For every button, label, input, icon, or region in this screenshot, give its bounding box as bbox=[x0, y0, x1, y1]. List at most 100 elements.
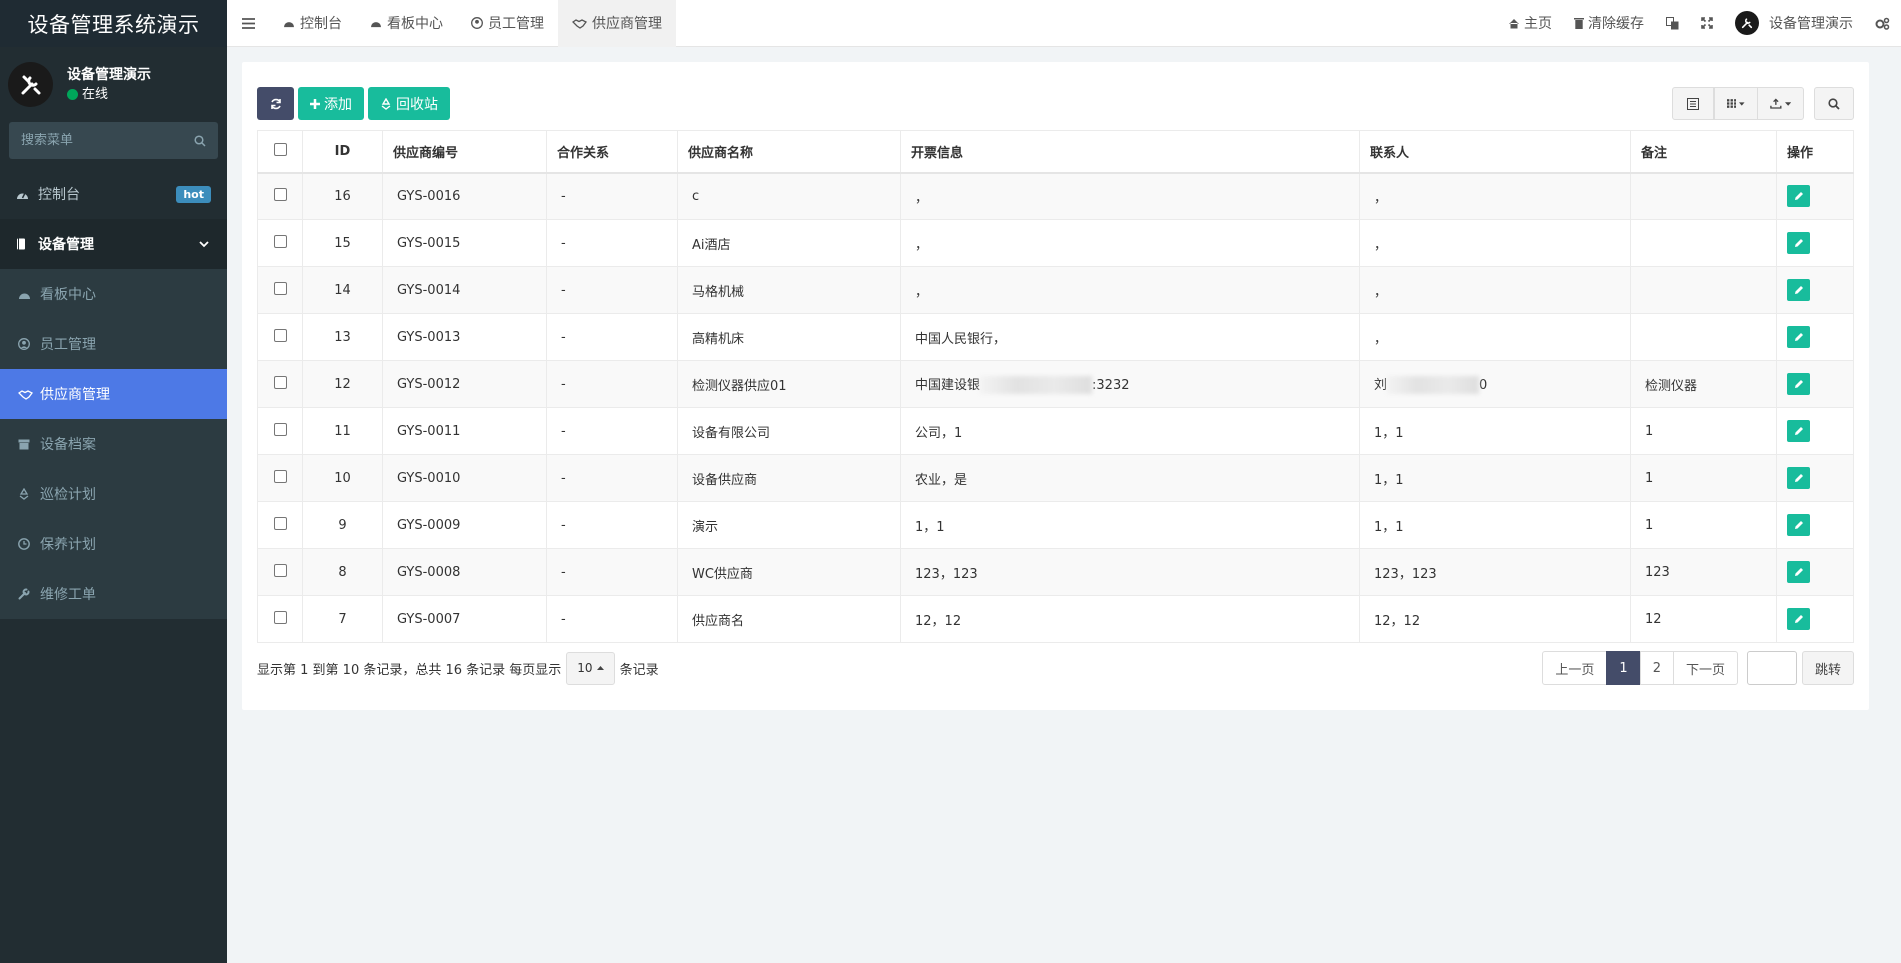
cell-id: 11 bbox=[302, 407, 383, 455]
sidebar-item-dashboard[interactable]: 控制台 hot bbox=[0, 169, 227, 219]
clear-cache-button[interactable]: 清除缓存 bbox=[1563, 0, 1655, 47]
row-checkbox[interactable] bbox=[273, 187, 287, 201]
col-header-contact[interactable]: 联系人 bbox=[1359, 130, 1631, 174]
jump-page-input[interactable] bbox=[1746, 651, 1797, 685]
row-checkbox[interactable] bbox=[273, 281, 287, 295]
row-checkbox[interactable] bbox=[273, 375, 287, 389]
tab-dashboard-center[interactable]: 看板中心 bbox=[356, 0, 457, 47]
translate-icon[interactable] bbox=[1655, 0, 1690, 47]
sidebar-item-inspection[interactable]: 巡检计划 bbox=[0, 469, 227, 519]
cell-relation: - bbox=[546, 501, 678, 549]
pencil-icon bbox=[1794, 379, 1804, 389]
cell-contact: 12，12 bbox=[1359, 595, 1631, 643]
edit-button[interactable] bbox=[1787, 608, 1810, 630]
row-checkbox[interactable] bbox=[273, 516, 287, 530]
user-status: 在线 bbox=[67, 85, 151, 105]
cell-name: Ai酒店 bbox=[677, 219, 901, 267]
table-row[interactable]: 10 GYS-0010- 设备供应商 农业，是 1，1 1 bbox=[257, 454, 1854, 502]
cell-id: 16 bbox=[302, 172, 383, 220]
edit-button[interactable] bbox=[1787, 279, 1810, 301]
table-row[interactable]: 13 GYS-0013- 高精机床 中国人民银行，， bbox=[257, 313, 1854, 361]
cell-invoice: 农业，是 bbox=[900, 454, 1360, 502]
edit-button[interactable] bbox=[1787, 561, 1810, 583]
row-checkbox[interactable] bbox=[273, 563, 287, 577]
table-search-button[interactable] bbox=[1814, 87, 1854, 120]
table-row[interactable]: 14 GYS-0014- 马格机械，， bbox=[257, 266, 1854, 314]
sidebar-item-dashboard-center[interactable]: 看板中心 bbox=[0, 269, 227, 319]
edit-button[interactable] bbox=[1787, 514, 1810, 536]
app-logo[interactable]: 设备管理系统演示 bbox=[0, 0, 227, 47]
table-row[interactable]: 16 GYS-0016- c，， bbox=[257, 172, 1854, 220]
cell-invoice: ， bbox=[900, 219, 1360, 267]
cell-invoice: 123，123 bbox=[900, 548, 1360, 596]
sidebar-item-maintenance[interactable]: 保养计划 bbox=[0, 519, 227, 569]
sidebar-item-staff[interactable]: 员工管理 bbox=[0, 319, 227, 369]
edit-button[interactable] bbox=[1787, 467, 1810, 489]
cell-code: GYS-0014 bbox=[382, 266, 547, 314]
cell-code: GYS-0010 bbox=[382, 454, 547, 502]
col-header-remark[interactable]: 备注 bbox=[1630, 130, 1777, 174]
table-row[interactable]: 8 GYS-0008- WC供应商 123，123 123，123 123 bbox=[257, 548, 1854, 596]
row-select-cell bbox=[257, 172, 303, 220]
edit-button[interactable] bbox=[1787, 373, 1810, 395]
jump-button[interactable]: 跳转 bbox=[1801, 651, 1854, 685]
cell-remark bbox=[1630, 266, 1777, 314]
tab-dashboard[interactable]: 控制台 bbox=[269, 0, 356, 47]
search-icon[interactable] bbox=[194, 134, 206, 147]
menu-toggle-icon[interactable] bbox=[227, 0, 269, 47]
content-panel: 添加 回收站 ID 供应商编号 合作关系 供应商名称 开票信息 联系人 备注 操… bbox=[242, 62, 1869, 710]
table-row[interactable]: 9 GYS-0009- 演示 1，1 1，1 1 bbox=[257, 501, 1854, 549]
settings-gears-icon[interactable] bbox=[1864, 0, 1901, 47]
edit-button[interactable] bbox=[1787, 185, 1810, 208]
sidebar-item-repair[interactable]: 维修工单 bbox=[0, 569, 227, 619]
tab-staff[interactable]: 员工管理 bbox=[457, 0, 558, 47]
pencil-icon bbox=[1794, 238, 1804, 248]
col-header-name[interactable]: 供应商名称 bbox=[677, 130, 901, 174]
refresh-button[interactable] bbox=[257, 87, 294, 120]
sidebar-item-supplier[interactable]: 供应商管理 bbox=[0, 369, 227, 419]
add-button[interactable]: 添加 bbox=[298, 87, 364, 120]
table-row[interactable]: 12 GYS-0012- 检测仪器供应01 中国建设银:3232 刘 0 检测仪器 bbox=[257, 360, 1854, 408]
table-row[interactable]: 15 GYS-0015- Ai酒店，， bbox=[257, 219, 1854, 267]
col-header-code[interactable]: 供应商编号 bbox=[382, 130, 547, 174]
home-link[interactable]: 主页 bbox=[1497, 0, 1563, 47]
fullscreen-icon[interactable] bbox=[1690, 0, 1724, 47]
cell-remark bbox=[1630, 219, 1777, 267]
next-page-button[interactable]: 下一页 bbox=[1672, 651, 1738, 685]
card-view-toggle[interactable] bbox=[1672, 87, 1714, 120]
tab-supplier[interactable]: 供应商管理 bbox=[558, 0, 676, 47]
table-row[interactable]: 7 GYS-0007- 供应商名 12，12 12，12 12 bbox=[257, 595, 1854, 643]
redacted-blur bbox=[1387, 376, 1480, 395]
page-2-button[interactable]: 2 bbox=[1639, 651, 1674, 685]
cell-actions bbox=[1776, 360, 1854, 408]
col-header-invoice[interactable]: 开票信息 bbox=[900, 130, 1360, 174]
cell-contact: ， bbox=[1359, 219, 1631, 267]
page-size-dropdown[interactable]: 10 bbox=[566, 651, 615, 685]
col-header-id[interactable]: ID bbox=[302, 130, 383, 174]
cell-invoice: 12，12 bbox=[900, 595, 1360, 643]
table-row[interactable]: 11 GYS-0011- 设备有限公司 公司，1 1，1 1 bbox=[257, 407, 1854, 455]
edit-button[interactable] bbox=[1787, 232, 1810, 254]
row-select-cell bbox=[257, 501, 303, 549]
sidebar-item-archive[interactable]: 设备档案 bbox=[0, 419, 227, 469]
row-checkbox[interactable] bbox=[273, 234, 287, 248]
row-checkbox[interactable] bbox=[273, 610, 287, 624]
columns-dropdown[interactable] bbox=[1714, 87, 1758, 120]
menu-search-input[interactable] bbox=[21, 133, 194, 148]
col-header-relation[interactable]: 合作关系 bbox=[546, 130, 678, 174]
dashboard-icon bbox=[16, 189, 32, 200]
edit-button[interactable] bbox=[1787, 326, 1810, 348]
page-1-button[interactable]: 1 bbox=[1606, 651, 1641, 685]
prev-page-button[interactable]: 上一页 bbox=[1542, 651, 1608, 685]
row-checkbox[interactable] bbox=[273, 328, 287, 342]
export-dropdown[interactable] bbox=[1758, 87, 1804, 120]
user-menu[interactable]: 设备管理演示 bbox=[1724, 0, 1864, 47]
row-select-cell bbox=[257, 266, 303, 314]
select-all-checkbox[interactable] bbox=[273, 142, 287, 156]
sidebar: 设备管理系统演示 设备管理演示 在线 控制台 hot 设备管理 看板中心 bbox=[0, 0, 227, 963]
row-checkbox[interactable] bbox=[273, 422, 287, 436]
edit-button[interactable] bbox=[1787, 420, 1810, 442]
row-checkbox[interactable] bbox=[273, 469, 287, 483]
recycle-bin-button[interactable]: 回收站 bbox=[368, 87, 450, 120]
sidebar-group-device[interactable]: 设备管理 bbox=[0, 219, 227, 269]
